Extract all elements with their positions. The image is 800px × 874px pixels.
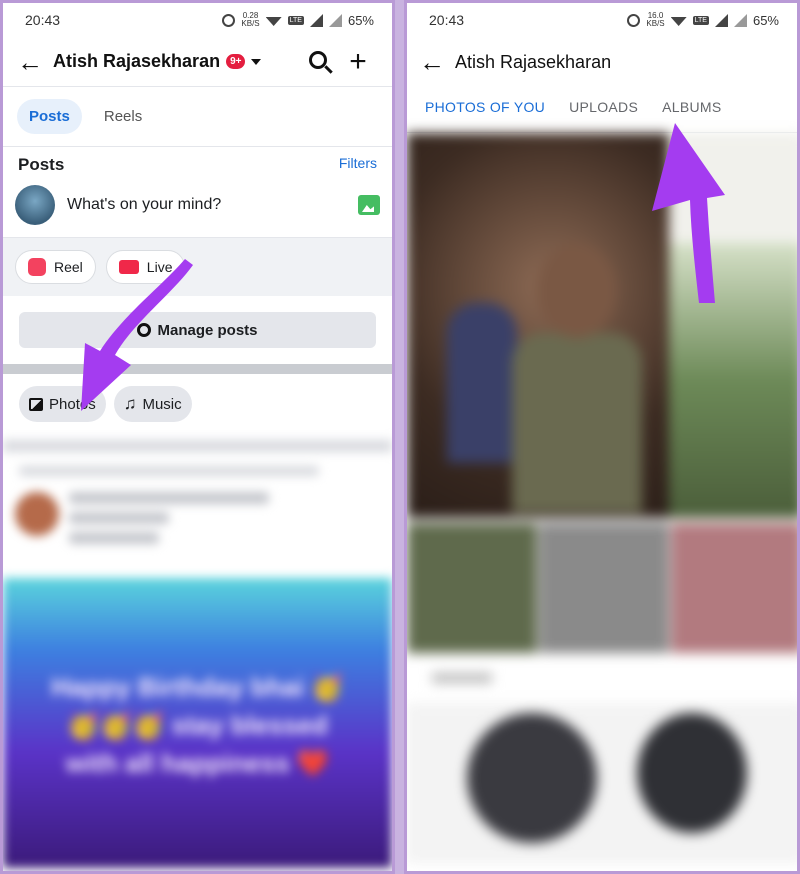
alarm-icon (222, 13, 236, 27)
right-phone-screen: 20:43 16.0 KB/S LTE 65% ← Atish Rajasekha… (404, 0, 800, 874)
photos-tabs: PHOTOS OF YOU UPLOADS ALBUMS (407, 87, 797, 133)
photos-button[interactable]: Photos (19, 386, 106, 422)
photo-figure (512, 333, 642, 513)
post-composer[interactable]: What's on your mind? (3, 175, 392, 238)
live-button[interactable]: Live (105, 250, 186, 284)
composer-placeholder[interactable]: What's on your mind? (67, 196, 346, 214)
reel-button[interactable]: Reel (15, 250, 96, 284)
status-time: 20:43 (25, 12, 61, 28)
birthday-post-text: Happy Birthday bhai 🥳 🥳🥳🥳 stay blessed w… (51, 672, 344, 778)
photo-thumbnail[interactable] (407, 133, 669, 518)
search-icon (309, 50, 327, 69)
status-bar: 20:43 0.28 KB/S LTE 65% (3, 3, 392, 37)
tab-photos-of-you[interactable]: PHOTOS OF YOU (425, 99, 545, 132)
status-icons: 0.28 KB/S LTE 65% (222, 12, 374, 28)
battery-level: 65% (347, 12, 374, 28)
lte-icon: LTE (692, 15, 709, 25)
blurred-feed: Happy Birthday bhai 🥳 🥳🥳🥳 stay blessed w… (3, 440, 392, 868)
reel-label: Reel (54, 259, 83, 275)
reel-icon (28, 258, 46, 276)
wifi-icon (670, 17, 687, 26)
plus-icon[interactable]: + (338, 45, 378, 79)
post-meta (69, 492, 269, 552)
birthday-post-image: Happy Birthday bhai 🥳 🥳🥳🥳 stay blessed w… (3, 578, 392, 868)
back-arrow-icon[interactable]: ← (17, 49, 53, 75)
page-title: Atish Rajasekharan (455, 51, 612, 72)
wifi-icon (265, 17, 282, 26)
tab-uploads[interactable]: UPLOADS (569, 99, 638, 132)
feed-divider (3, 440, 392, 452)
feed-post-header (3, 476, 392, 568)
signal-icon-2 (733, 13, 747, 27)
status-bar: 20:43 16.0 KB/S LTE 65% (407, 3, 797, 37)
photo-thumbnail[interactable] (671, 523, 797, 653)
gallery-icon[interactable] (358, 195, 380, 215)
tab-posts[interactable]: Posts (17, 99, 82, 134)
signal-icon-2 (328, 13, 342, 27)
section-divider (3, 364, 392, 374)
media-shortcuts: Photos ♫ Music (3, 374, 392, 434)
profile-tabs: Posts Reels (3, 87, 392, 147)
lte-icon: LTE (287, 15, 304, 25)
manage-posts-button[interactable]: Manage posts (19, 312, 376, 348)
photo-figure (467, 713, 597, 843)
signal-icon (714, 13, 728, 27)
posts-title: Posts (18, 155, 65, 174)
music-icon: ♫ (123, 394, 137, 413)
signal-icon (309, 13, 323, 27)
network-speed: 0.28 KB/S (241, 11, 260, 28)
left-phone-screen: 20:43 0.28 KB/S LTE 65% ← Atish Rajasekha… (0, 0, 395, 874)
live-icon (118, 260, 139, 274)
create-chips: Reel Live (3, 238, 392, 296)
chevron-down-icon (251, 58, 262, 65)
tab-albums[interactable]: ALBUMS (662, 99, 721, 132)
profile-header: ← Atish Rajasekharan 9+ + (3, 37, 392, 87)
posts-section-header: Posts Filters (3, 147, 392, 175)
photo-figure (537, 243, 617, 338)
avatar (15, 185, 55, 225)
section-label-placeholder (432, 673, 492, 683)
profile-name: Atish Rajasekharan (53, 51, 221, 71)
feed-caption-placeholder (19, 466, 319, 476)
photo-thumbnail[interactable] (407, 523, 537, 653)
photo-icon (29, 397, 43, 411)
tab-reels[interactable]: Reels (92, 99, 154, 134)
photo-thumbnail[interactable] (669, 243, 797, 518)
battery-level: 65% (752, 12, 779, 28)
photo-figure (637, 713, 747, 833)
notification-badge: 9+ (226, 54, 246, 69)
gear-icon (137, 323, 152, 337)
photo-thumbnail[interactable] (669, 133, 797, 243)
photos-header: ← Atish Rajasekharan (407, 37, 797, 87)
alarm-icon (627, 13, 641, 27)
network-speed: 16.0 KB/S (646, 11, 665, 28)
search-button[interactable] (298, 48, 338, 76)
photo-thumbnail[interactable] (539, 523, 669, 653)
status-time: 20:43 (429, 12, 465, 28)
filters-link[interactable]: Filters (339, 155, 377, 175)
manage-posts-label: Manage posts (157, 321, 258, 339)
music-label: Music (142, 395, 182, 413)
photo-figure (447, 303, 517, 463)
music-button[interactable]: ♫ Music (113, 386, 192, 422)
comparison-canvas: 20:43 0.28 KB/S LTE 65% ← Atish Rajasekha… (0, 0, 800, 874)
avatar (15, 492, 59, 536)
profile-name-switcher[interactable]: Atish Rajasekharan 9+ (53, 51, 298, 72)
photos-label: Photos (49, 395, 96, 413)
back-arrow-icon[interactable]: ← (419, 49, 455, 75)
status-icons: 16.0 KB/S LTE 65% (627, 12, 779, 28)
live-label: Live (146, 259, 173, 275)
